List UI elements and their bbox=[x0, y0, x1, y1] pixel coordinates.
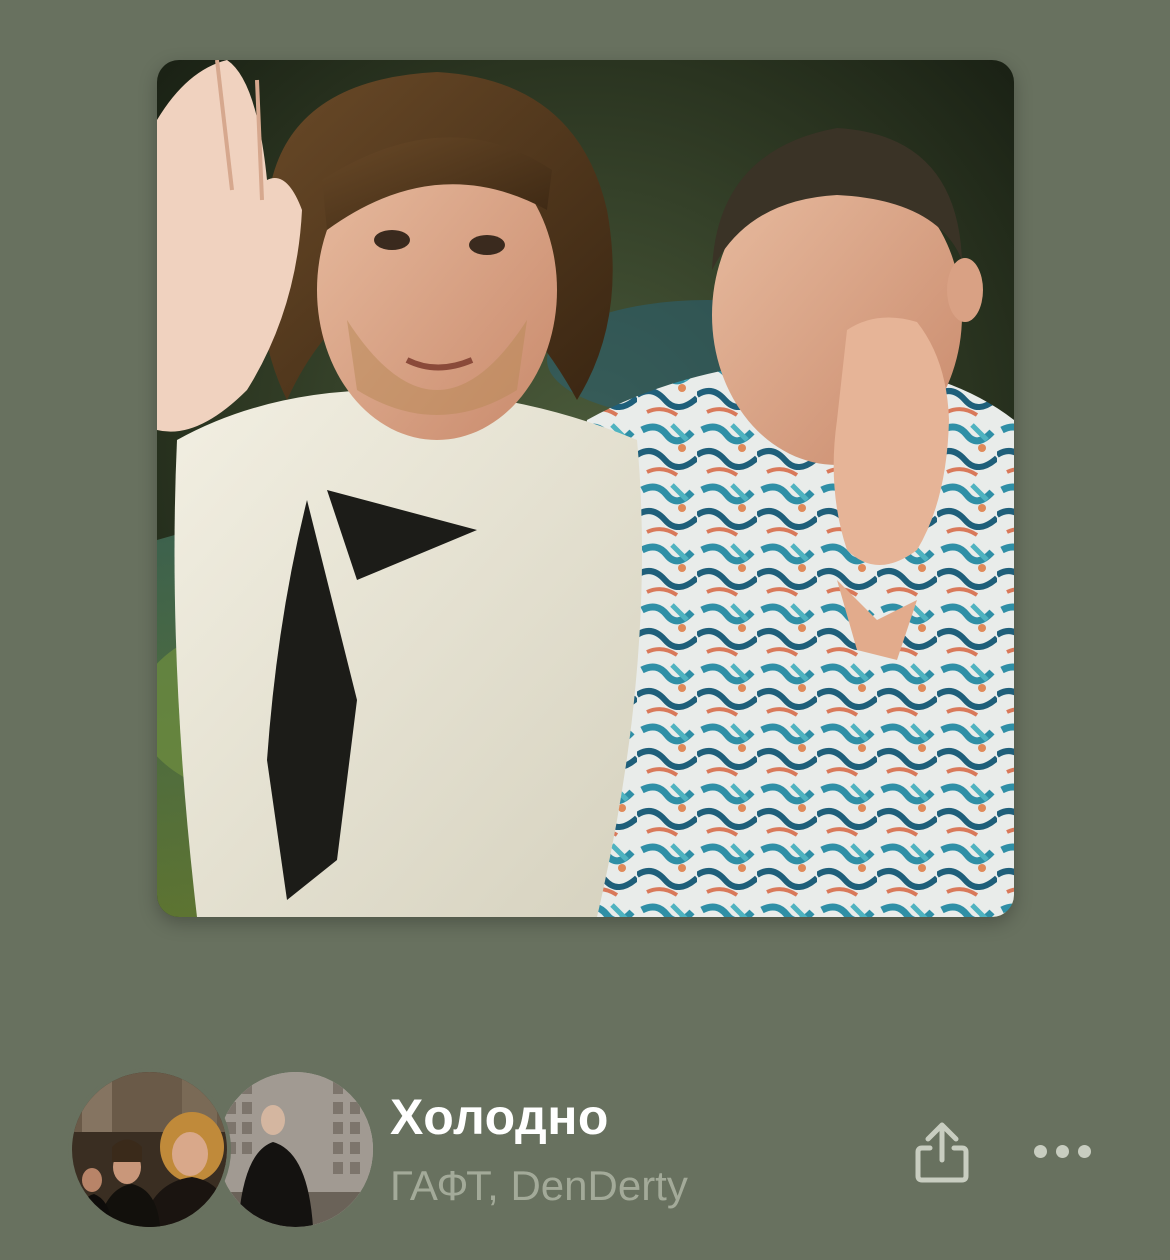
more-icon-dot bbox=[1055, 1144, 1069, 1158]
album-cover[interactable] bbox=[157, 60, 1014, 917]
artist-avatars[interactable] bbox=[72, 1072, 373, 1232]
more-icon-dot bbox=[1033, 1144, 1047, 1158]
artist-avatar-denderty-image bbox=[218, 1072, 373, 1227]
track-artists[interactable]: ГАФТ, DenDerty bbox=[390, 1162, 688, 1210]
share-button[interactable] bbox=[908, 1118, 976, 1186]
share-icon bbox=[915, 1122, 969, 1183]
album-cover-artwork bbox=[157, 60, 1014, 917]
track-title[interactable]: Холодно bbox=[390, 1088, 609, 1146]
more-button[interactable] bbox=[1026, 1126, 1098, 1176]
more-icon-dot bbox=[1077, 1144, 1091, 1158]
artist-avatar-denderty[interactable] bbox=[218, 1072, 373, 1227]
artist-avatar-gaft-image bbox=[72, 1072, 227, 1227]
artist-avatar-gaft[interactable] bbox=[72, 1072, 227, 1227]
